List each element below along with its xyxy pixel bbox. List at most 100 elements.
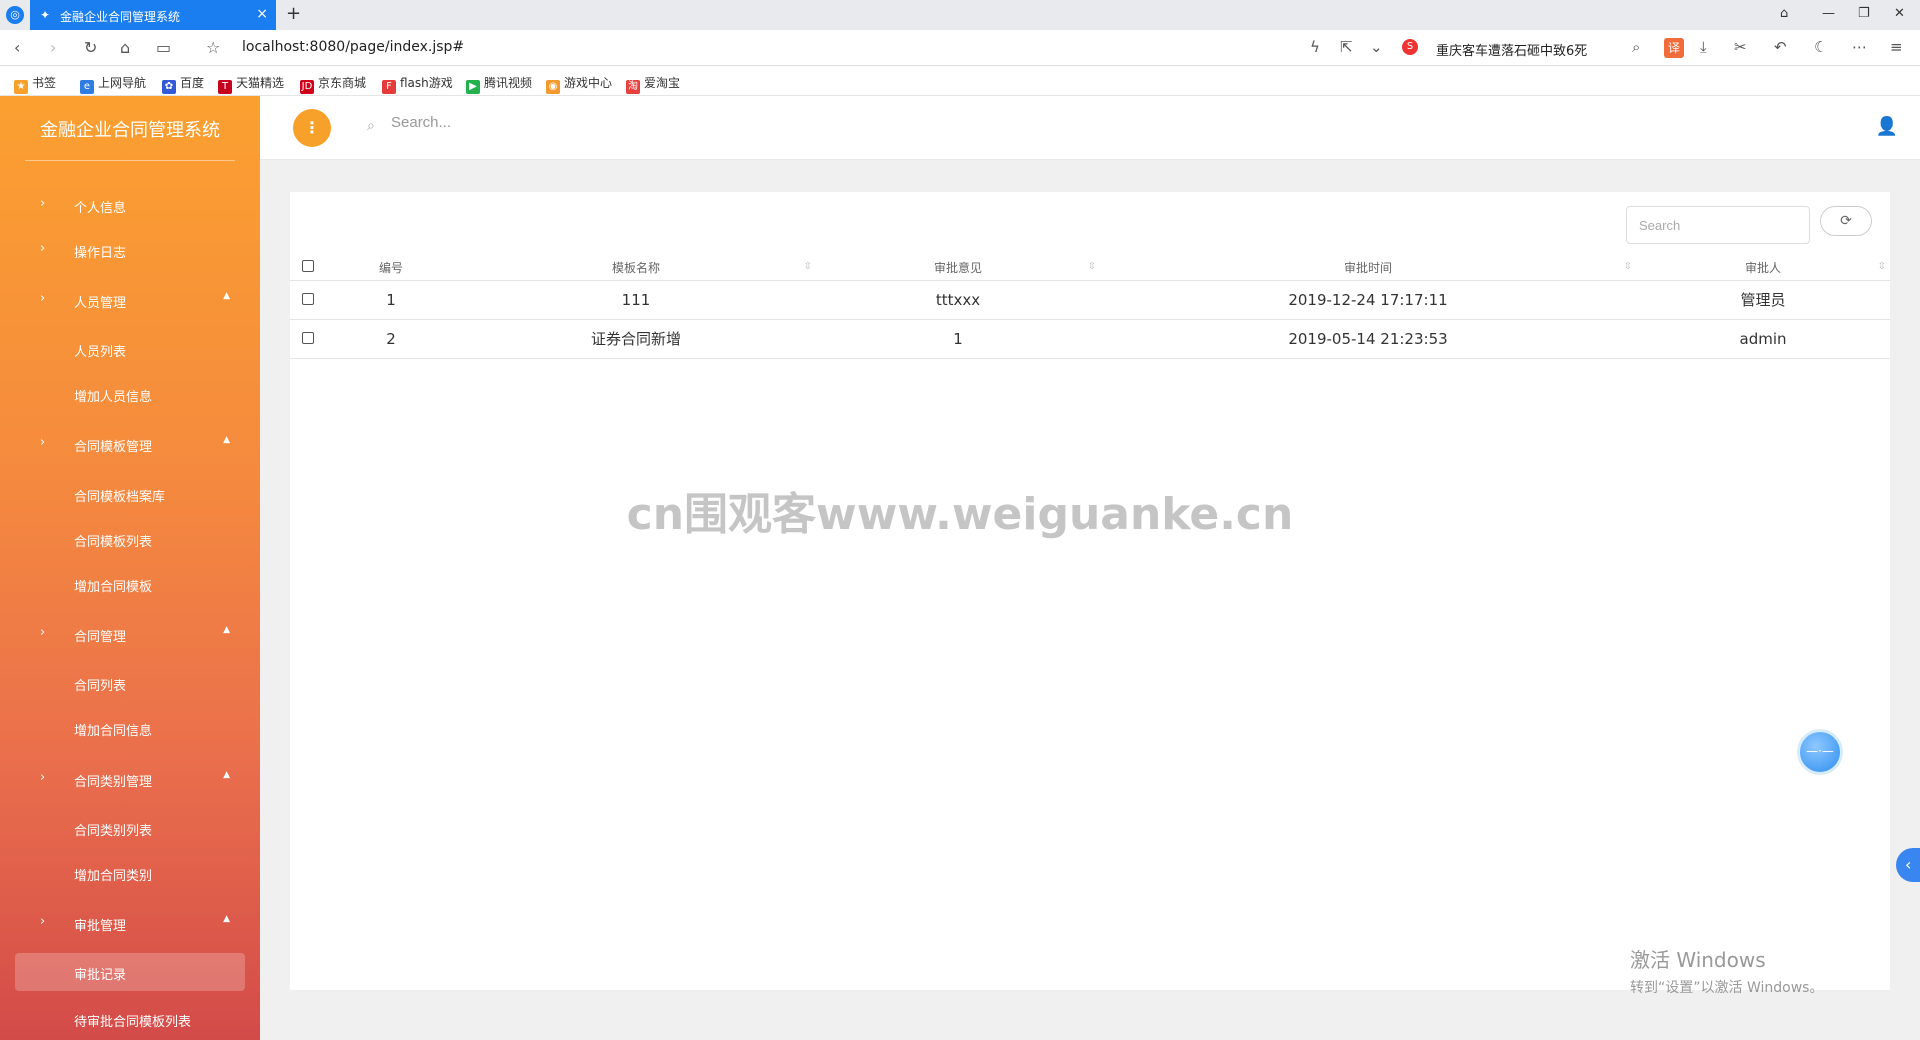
- sidebar-subitem-add-category[interactable]: 增加合同类别: [0, 858, 260, 888]
- bookmark-item[interactable]: Fflash游戏: [382, 74, 453, 94]
- bookmark-baidu-icon: ✿: [162, 80, 176, 94]
- scissors-icon[interactable]: ✂: [1734, 38, 1747, 56]
- browser-tab-active[interactable]: ✦ 金融企业合同管理系统 ×: [30, 0, 276, 30]
- header-time[interactable]: 审批时间 ⇳: [1100, 256, 1636, 281]
- close-window-icon[interactable]: ✕: [1894, 6, 1905, 21]
- top-search-input[interactable]: [391, 114, 691, 131]
- search-icon[interactable]: ⌕: [1632, 38, 1640, 56]
- user-icon[interactable]: 👤: [1876, 116, 1898, 137]
- lightning-icon[interactable]: ϟ: [1310, 38, 1320, 56]
- bookmark-item[interactable]: JD 京东商城: [300, 74, 366, 94]
- row-checkbox[interactable]: [302, 292, 314, 305]
- restore-icon[interactable]: ❐: [1858, 6, 1870, 21]
- more-icon[interactable]: ⋯: [1852, 38, 1867, 56]
- sort-icon: ⇳: [1623, 261, 1632, 272]
- sidebar-subitem-pending-templates[interactable]: 待审批合同模板列表: [0, 1004, 260, 1034]
- sort-icon: ⇳: [803, 261, 812, 272]
- chevron-right-icon: ›: [40, 770, 46, 785]
- caret-up-icon: ▲: [223, 435, 230, 445]
- night-mode-icon[interactable]: ☾: [1814, 38, 1827, 56]
- minimize-icon[interactable]: —: [1822, 6, 1835, 21]
- forward-icon[interactable]: ›: [50, 38, 56, 57]
- select-all-checkbox[interactable]: [302, 260, 314, 273]
- header-opinion[interactable]: 审批意见 ⇳: [816, 256, 1100, 281]
- table-search-input[interactable]: [1626, 206, 1810, 244]
- header-template-name[interactable]: 模板名称 ⇳: [456, 256, 816, 281]
- chevron-right-icon: ›: [40, 914, 46, 929]
- row-select-cell: [290, 280, 326, 320]
- sidebar-item-operation-log[interactable]: › 操作日志: [0, 235, 260, 265]
- chevron-left-icon: ‹: [1905, 855, 1912, 874]
- refresh-button[interactable]: ⟳: [1820, 206, 1872, 236]
- bookmark-tmall-icon: T: [218, 80, 232, 94]
- bookmark-game-icon: ◉: [546, 80, 560, 94]
- bookmark-item[interactable]: T 天猫精选: [218, 74, 284, 94]
- bookmark-item[interactable]: ★ 书签: [14, 74, 56, 94]
- sidebar-subitem-contract-list[interactable]: 合同列表: [0, 668, 260, 698]
- table-row[interactable]: 2 证券合同新增 1 2019-05-14 21:23:53 admin: [290, 319, 1890, 359]
- header-id[interactable]: 编号: [326, 256, 456, 281]
- dropdown-icon[interactable]: ⌄: [1370, 38, 1383, 56]
- sidebar-item-approval-management[interactable]: › 审批管理 ▲: [0, 908, 260, 938]
- undo-icon[interactable]: ↶: [1774, 38, 1787, 56]
- star-icon[interactable]: ☆: [206, 38, 220, 57]
- caret-up-icon: ▲: [223, 625, 230, 635]
- new-tab-button[interactable]: +: [286, 3, 301, 24]
- back-icon[interactable]: ‹: [14, 38, 20, 57]
- row-checkbox[interactable]: [302, 331, 314, 344]
- sidebar-subitem-add-template[interactable]: 增加合同模板: [0, 569, 260, 599]
- approval-table: 编号 模板名称 ⇳ 审批意见 ⇳ 审批时间 ⇳ 审批人 ⇳ 1 111 tttxxx 2…: [290, 256, 1890, 359]
- content-card: ⟳ 编号 模板名称⇳ 审批意见⇳ 审批时间⇳ 审批人⇳ 1 111 tttxxx…: [290, 192, 1890, 990]
- floating-assistant-button[interactable]: —·—: [1797, 729, 1843, 775]
- menu-toggle-button[interactable]: ⋮: [293, 109, 331, 147]
- tab-close-icon[interactable]: ×: [256, 6, 268, 22]
- news-headline[interactable]: 重庆客车遭落石砸中致6死: [1436, 40, 1587, 59]
- sidebar-subitem-add-contract[interactable]: 增加合同信息: [0, 713, 260, 743]
- chevron-right-icon: ›: [40, 291, 46, 306]
- share-icon[interactable]: ⇱: [1340, 38, 1353, 56]
- bookmark-item[interactable]: 淘爱淘宝: [626, 74, 680, 94]
- bookmark-item[interactable]: ▶ 腾讯视频: [466, 74, 532, 94]
- cell-time: 2019-12-24 17:17:11: [1100, 280, 1636, 320]
- sidebar-item-category-management[interactable]: › 合同类别管理 ▲: [0, 764, 260, 794]
- shirt-skin-icon[interactable]: ⌂: [1780, 6, 1788, 21]
- sidebar-item-template-management[interactable]: › 合同模板管理 ▲: [0, 429, 260, 459]
- sidebar-subitem-category-list[interactable]: 合同类别列表: [0, 813, 260, 843]
- address-bar: ‹ › ↻ ⌂ ▭ ☆ localhost:8080/page/index.js…: [0, 30, 1920, 66]
- reload-icon[interactable]: ↻: [84, 38, 97, 57]
- refresh-icon: ⟳: [1840, 213, 1852, 229]
- bookmark-item[interactable]: ✿ 百度: [162, 74, 204, 94]
- reader-icon[interactable]: ▭: [156, 38, 171, 57]
- translate-button[interactable]: 译: [1664, 38, 1684, 58]
- header-approver[interactable]: 审批人 ⇳: [1636, 256, 1890, 281]
- side-collapse-tab[interactable]: ‹: [1896, 848, 1920, 882]
- row-select-cell: [290, 319, 326, 359]
- activate-title: 激活 Windows: [1630, 948, 1766, 972]
- sidebar-subitem-add-staff[interactable]: 增加人员信息: [0, 379, 260, 409]
- sidebar-subitem-staff-list[interactable]: 人员列表: [0, 334, 260, 364]
- bookmark-taobao-icon: 淘: [626, 80, 640, 94]
- bookmark-nav-icon: e: [80, 80, 94, 94]
- sidebar-item-personal-info[interactable]: › 个人信息: [0, 190, 260, 220]
- sidebar-subitem-template-list[interactable]: 合同模板列表: [0, 524, 260, 554]
- caret-up-icon: ▲: [223, 291, 230, 301]
- windows-activation-notice: 激活 Windows 转到“设置”以激活 Windows。: [1630, 944, 1823, 997]
- activate-subtitle: 转到“设置”以激活 Windows。: [1630, 980, 1824, 996]
- home-icon[interactable]: ⌂: [120, 38, 130, 57]
- sidebar-subitem-approval-records[interactable]: 审批记录: [15, 953, 245, 991]
- assistant-icon: —·—: [1806, 744, 1834, 758]
- sidebar-subitem-template-archive[interactable]: 合同模板档案库: [0, 479, 260, 509]
- url-field[interactable]: localhost:8080/page/index.jsp#: [242, 39, 464, 55]
- sidebar-item-contract-management[interactable]: › 合同管理 ▲: [0, 619, 260, 649]
- top-bar: ⋮ ⌕ 👤: [260, 96, 1920, 160]
- bookmark-item[interactable]: ◉ 游戏中心: [546, 74, 612, 94]
- browser-tabbar: ◎ ✦ 金融企业合同管理系统 × + ⌂ — ❐ ✕: [0, 0, 1920, 30]
- sidebar-item-staff-management[interactable]: › 人员管理 ▲: [0, 285, 260, 315]
- download-icon[interactable]: ⤓: [1700, 38, 1707, 56]
- bookmark-item[interactable]: e 上网导航: [80, 74, 146, 94]
- table-row[interactable]: 1 111 tttxxx 2019-12-24 17:17:11 管理员: [290, 280, 1890, 320]
- chevron-right-icon: ›: [40, 435, 46, 450]
- cell-template-name: 111: [456, 280, 816, 320]
- cell-id: 2: [326, 319, 456, 359]
- menu-icon[interactable]: ≡: [1890, 38, 1903, 56]
